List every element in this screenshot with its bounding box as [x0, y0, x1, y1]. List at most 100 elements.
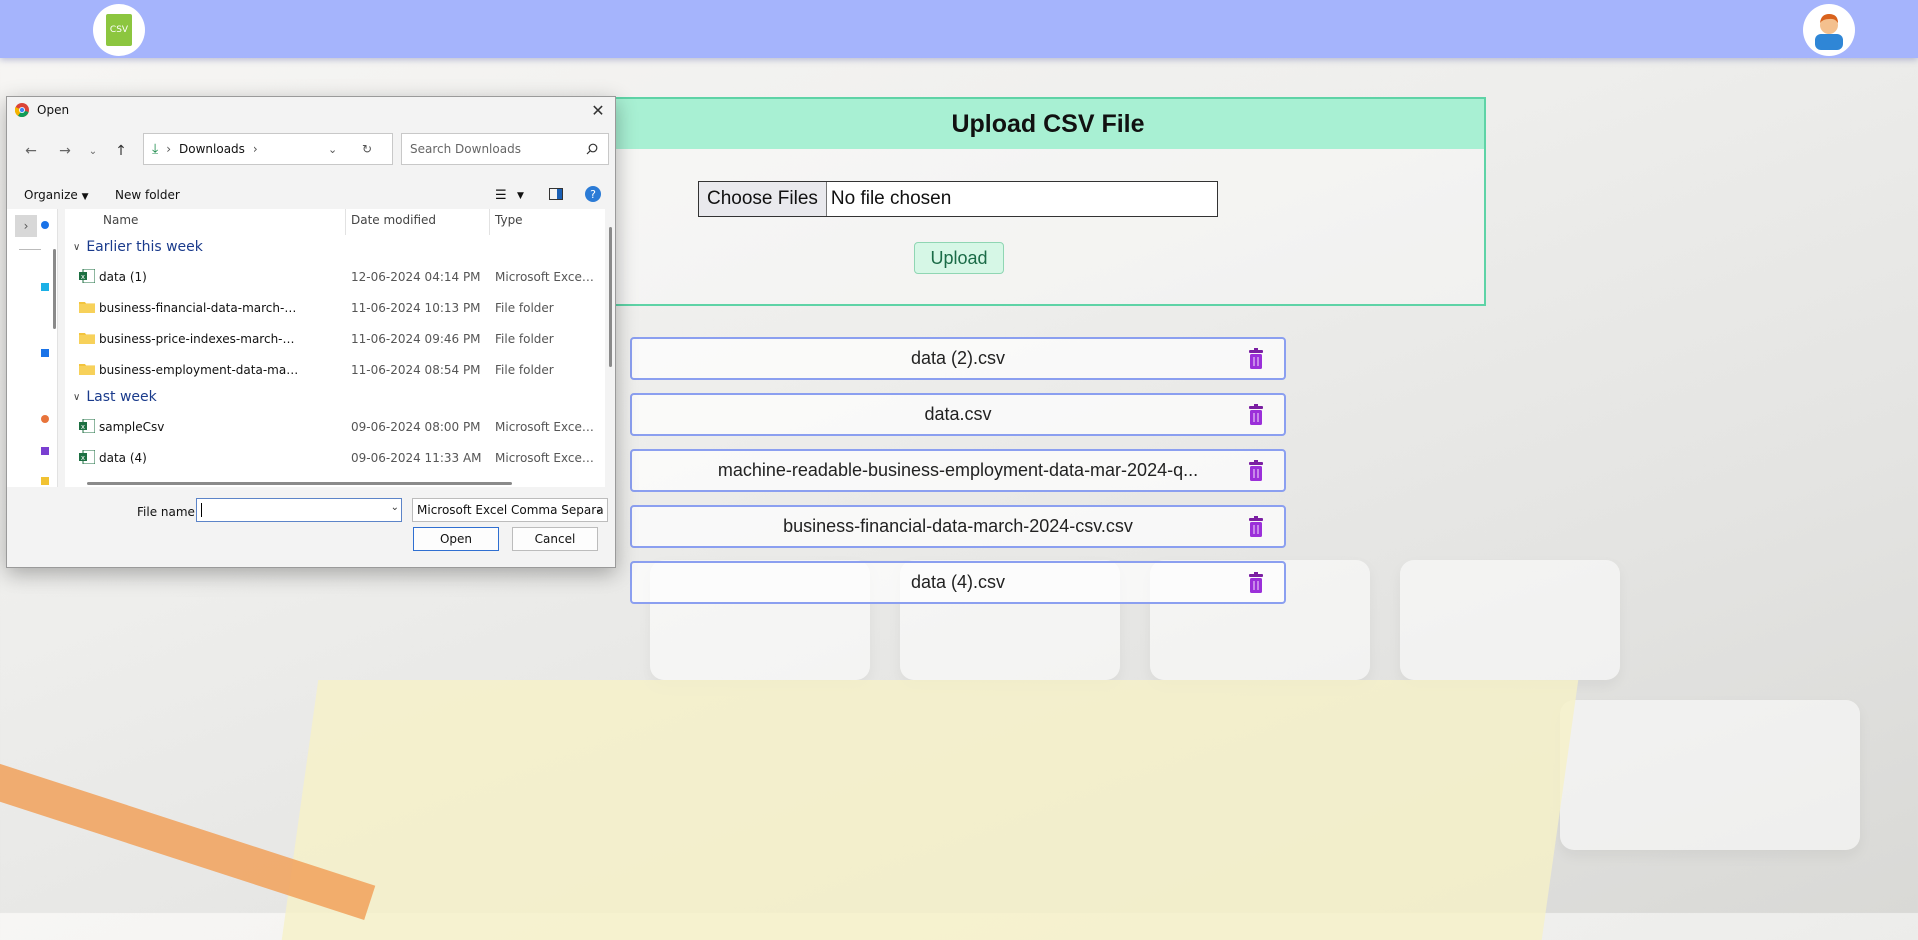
open-button[interactable]: Open	[413, 527, 499, 551]
nav-item-icon[interactable]	[41, 447, 49, 455]
list-horizontal-scrollbar[interactable]	[87, 482, 512, 485]
file-input[interactable]: Choose Files No file chosen	[698, 181, 1218, 217]
organize-label: Organize	[24, 188, 78, 202]
close-icon[interactable]: ✕	[587, 99, 609, 121]
uploaded-file-name: machine-readable-business-employment-dat…	[717, 460, 1199, 480]
file-name-label: File name:	[137, 505, 199, 519]
column-separator	[345, 209, 346, 235]
upload-button[interactable]: Upload	[914, 242, 1004, 274]
uploaded-file-row[interactable]: data (4).csv	[630, 561, 1286, 604]
column-name[interactable]: Name	[103, 213, 138, 227]
uploaded-file-row[interactable]: data (2).csv	[630, 337, 1286, 380]
user-avatar[interactable]	[1803, 4, 1855, 56]
no-file-text: No file chosen	[830, 188, 952, 209]
column-type[interactable]: Type	[495, 213, 523, 227]
csv-file-icon: CSV	[106, 14, 132, 46]
back-icon[interactable]: ←	[19, 139, 43, 163]
group-label: Earlier this week	[86, 239, 203, 255]
cancel-button[interactable]: Cancel	[512, 527, 598, 551]
view-options-icon[interactable]: ☰	[495, 188, 507, 203]
file-list-row[interactable]: x data (4) 09-06-2024 11:33 AM Microsoft Ex…	[65, 444, 595, 472]
address-bar[interactable]: ⤓ › Downloads › ⌄ ↻	[143, 133, 393, 165]
user-icon	[1815, 14, 1843, 50]
breadcrumb-downloads[interactable]: Downloads	[179, 142, 245, 156]
organize-menu[interactable]: Organize ▼	[24, 188, 89, 202]
svg-text:x: x	[81, 454, 85, 462]
file-list-row[interactable]: business-price-indexes-march-2024-qua...…	[65, 325, 595, 353]
file-list-row[interactable]: x sampleCsv 09-06-2024 08:00 PM Microsoft E…	[65, 413, 595, 441]
file-type: File folder	[495, 301, 554, 315]
chrome-icon	[15, 103, 29, 117]
group-header[interactable]: ∨ Earlier this week	[73, 239, 203, 255]
uploaded-file-row[interactable]: data.csv	[630, 393, 1286, 436]
trash-icon[interactable]	[1246, 404, 1266, 426]
upload-title: Upload CSV File	[612, 99, 1484, 149]
scrollbar-thumb[interactable]	[609, 227, 612, 367]
help-icon[interactable]: ?	[585, 186, 601, 205]
chevron-down-icon: ∨	[73, 241, 81, 253]
up-folder-icon[interactable]: ↑	[109, 139, 133, 163]
expand-chevron-icon[interactable]: ›	[15, 215, 37, 237]
file-type: Microsoft Excel C...	[495, 270, 595, 284]
nav-item-icon[interactable]	[41, 349, 49, 357]
column-separator	[489, 209, 490, 235]
view-dropdown-icon[interactable]: ▼	[517, 191, 524, 201]
trash-icon[interactable]	[1246, 516, 1266, 538]
file-name: business-price-indexes-march-2024-qua...	[99, 332, 299, 346]
uploaded-file-row[interactable]: machine-readable-business-employment-dat…	[630, 449, 1286, 492]
nav-item-icon[interactable]	[41, 283, 49, 291]
logo-text: CSV	[109, 25, 129, 35]
nav-item-icon[interactable]	[41, 415, 49, 423]
uploaded-file-name: business-financial-data-march-2024-csv.c…	[783, 516, 1133, 536]
list-vertical-scrollbar[interactable]	[607, 209, 613, 487]
dialog-footer: File name: ⌄ Microsoft Excel Comma Separ…	[7, 489, 615, 567]
nav-scrollbar[interactable]	[53, 249, 56, 329]
background-notepad	[281, 680, 1579, 940]
navigation-pane[interactable]: ›	[7, 209, 58, 487]
folder-icon	[79, 364, 95, 375]
choose-files-button[interactable]: Choose Files	[699, 182, 827, 216]
file-type: Microsoft Excel C...	[495, 451, 595, 465]
dialog-command-bar: Organize ▼ New folder ☰ ▼ ?	[7, 183, 615, 209]
file-date: 11-06-2024 08:54 PM	[351, 363, 481, 377]
address-dropdown-icon[interactable]: ⌄	[328, 143, 337, 156]
file-name-dropdown-icon[interactable]: ⌄	[391, 502, 399, 513]
refresh-icon[interactable]: ↻	[362, 142, 372, 156]
file-type: Microsoft Excel C...	[495, 420, 595, 434]
svg-text:x: x	[81, 273, 85, 281]
svg-text:?: ?	[590, 188, 596, 201]
file-list-row[interactable]: business-financial-data-march-2024 11-06-…	[65, 294, 595, 322]
file-name: data (1)	[99, 270, 147, 284]
trash-icon[interactable]	[1246, 460, 1266, 482]
file-date: 12-06-2024 04:14 PM	[351, 270, 481, 284]
forward-icon[interactable]: →	[53, 139, 77, 163]
file-list-row[interactable]: x data (1) 12-06-2024 04:14 PM Microsoft Ex…	[65, 263, 595, 291]
nav-item-icon[interactable]	[41, 221, 49, 229]
divider	[19, 249, 41, 250]
nav-item-icon[interactable]	[41, 477, 49, 485]
top-bar: CSV	[0, 0, 1918, 58]
group-header[interactable]: ∨ Last week	[73, 389, 157, 405]
preview-pane-icon[interactable]	[549, 188, 563, 203]
column-date-modified[interactable]: Date modified	[351, 213, 436, 227]
uploaded-file-name: data (4).csv	[910, 572, 1006, 592]
uploaded-file-row[interactable]: business-financial-data-march-2024-csv.c…	[630, 505, 1286, 548]
breadcrumb-chevron-icon: ›	[166, 142, 172, 156]
recent-dropdown-icon[interactable]: ⌄	[81, 139, 105, 163]
new-folder-button[interactable]: New folder	[115, 188, 180, 202]
search-placeholder: Search Downloads	[410, 142, 521, 156]
csv-logo[interactable]: CSV	[93, 4, 145, 56]
upload-card: Upload CSV File Choose Files No file cho…	[610, 97, 1486, 306]
search-icon	[586, 143, 598, 155]
dialog-title: Open	[37, 103, 70, 117]
file-type-select[interactable]: Microsoft Excel Comma Separa ⌄	[412, 498, 608, 522]
file-type: File folder	[495, 363, 554, 377]
file-date: 09-06-2024 11:33 AM	[351, 451, 482, 465]
file-list-row[interactable]: business-employment-data-march-2024... 11…	[65, 356, 595, 384]
dialog-nav-bar: ← → ⌄ ↑ ⤓ › Downloads › ⌄ ↻ Search Downl…	[7, 133, 615, 169]
file-name-input[interactable]: ⌄	[196, 498, 402, 522]
trash-icon[interactable]	[1246, 348, 1266, 370]
trash-icon[interactable]	[1246, 572, 1266, 594]
search-box[interactable]: Search Downloads	[401, 133, 609, 165]
file-type-dropdown-icon: ⌄	[594, 504, 603, 515]
